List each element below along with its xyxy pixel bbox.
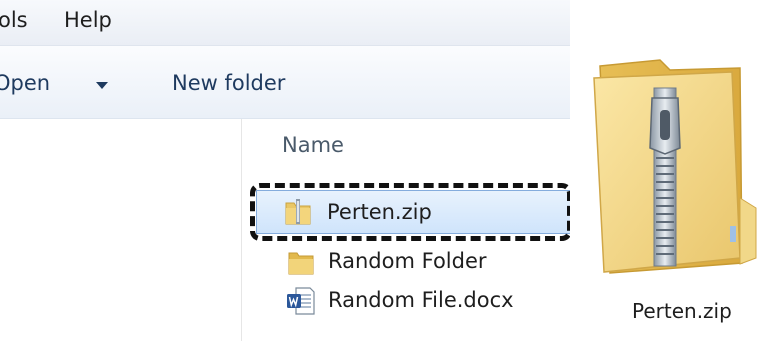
navigation-pane[interactable] xyxy=(0,119,241,341)
new-folder-button[interactable]: New folder xyxy=(172,71,285,95)
file-row-random-file-docx[interactable]: Random File.docx xyxy=(262,280,570,320)
word-document-icon xyxy=(287,287,315,315)
explorer-window: ols Help Open New folder Name Perten.zip… xyxy=(0,0,570,341)
menu-help[interactable]: Help xyxy=(64,8,112,32)
column-header-name[interactable]: Name xyxy=(282,133,344,157)
preview-file-label: Perten.zip xyxy=(632,299,732,323)
pane-divider[interactable] xyxy=(241,119,242,341)
file-name: Random File.docx xyxy=(328,288,514,312)
open-button[interactable]: Open xyxy=(0,71,50,95)
open-dropdown-chevron-icon[interactable] xyxy=(96,82,108,89)
large-zip-folder-icon xyxy=(593,59,757,274)
folder-icon xyxy=(288,252,314,275)
file-name: Random Folder xyxy=(328,249,487,273)
highlight-annotation xyxy=(250,183,570,241)
file-row-random-folder[interactable]: Random Folder xyxy=(262,241,570,281)
menu-tools[interactable]: ols xyxy=(0,8,28,32)
toolbar: Open New folder xyxy=(0,46,570,119)
menu-bar: ols Help xyxy=(0,0,570,46)
